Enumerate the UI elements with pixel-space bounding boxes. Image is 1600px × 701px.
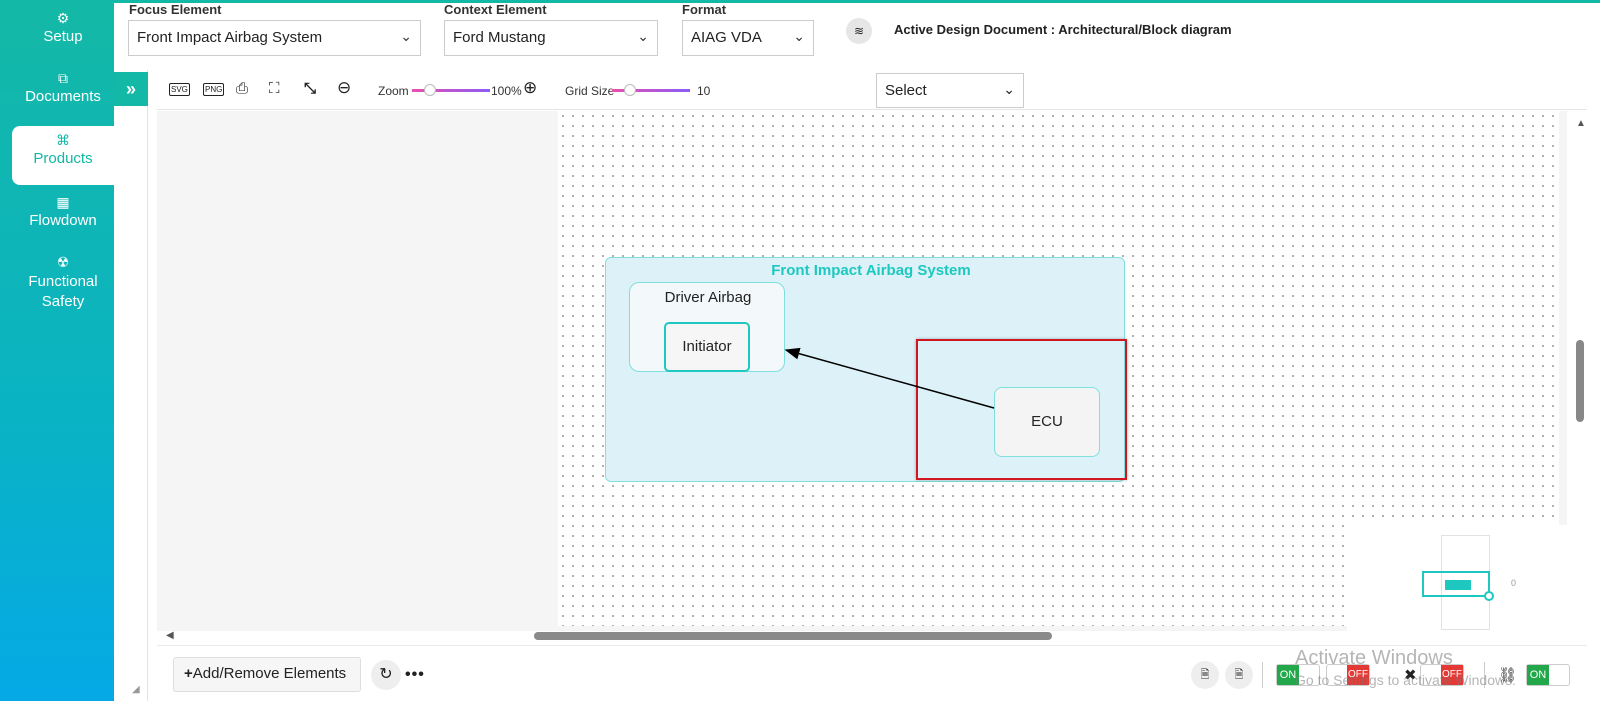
layers-button[interactable]: ≋ <box>846 18 872 44</box>
doc-export-button-2[interactable]: 🗎 <box>1225 661 1253 689</box>
sidebar-item-products[interactable]: ⌘ Products <box>12 126 114 185</box>
ecu-block[interactable]: ECU <box>994 387 1100 457</box>
sidebar-item-label: Products <box>33 150 93 167</box>
diagram-toolbar: SVG PNG ⎙ ⛶ ⤡ ⊖ Zoom 100% ⊕ Grid Size 10… <box>157 70 1587 110</box>
toggle-on-label: ON <box>1527 665 1549 685</box>
sidebar-item-setup[interactable]: ⚙ Setup <box>12 8 114 64</box>
layers-icon: ≋ <box>853 24 865 38</box>
vertical-scrollbar-thumb[interactable] <box>1576 340 1584 422</box>
doc-export-button-1[interactable]: 🗎 <box>1191 661 1219 689</box>
grid-size-value: 10 <box>697 84 711 98</box>
context-element-value: Ford Mustang <box>453 29 546 46</box>
minimap-zero-label: 0 <box>1511 578 1517 588</box>
format-value: AIAG VDA <box>691 29 762 46</box>
chevron-down-icon: ⌄ <box>1003 81 1015 97</box>
sidebar-item-flowdown[interactable]: ▦ Flowdown <box>12 192 114 248</box>
format-select[interactable]: AIAG VDA ⌄ <box>682 20 814 56</box>
fit-to-screen-icon[interactable]: ⤡ <box>304 80 316 97</box>
driver-airbag-title: Driver Airbag <box>664 289 752 306</box>
focus-element-value: Front Impact Airbag System <box>137 29 323 46</box>
zoom-value: 100% <box>491 84 522 98</box>
separator <box>1262 662 1263 688</box>
activate-windows-subtitle: Go to Settings to activate Windows. <box>1295 672 1516 688</box>
grid-size-slider[interactable] <box>612 84 690 96</box>
grid-slider-knob[interactable] <box>624 84 636 96</box>
double-chevron-icon: » <box>125 79 136 99</box>
resize-grip-icon[interactable]: ◢ <box>132 684 140 695</box>
gears-icon: ⚙ <box>56 10 70 26</box>
sidebar-item-label: Functional Safety <box>28 273 98 310</box>
layout-select-value: Select <box>885 82 927 99</box>
more-options-icon[interactable]: ••• <box>405 666 425 684</box>
scroll-left-arrow-icon[interactable]: ◀ <box>166 630 174 641</box>
scroll-up-arrow-icon[interactable]: ▲ <box>1576 118 1586 129</box>
focus-element-select[interactable]: Front Impact Airbag System ⌄ <box>128 20 421 56</box>
plus-icon: + <box>184 665 193 682</box>
zoom-label: Zoom <box>378 84 409 98</box>
add-remove-label: Add/Remove Elements <box>192 665 347 682</box>
sidebar-item-documents[interactable]: ⧉ Documents <box>12 68 114 124</box>
minimap-content <box>1445 580 1471 590</box>
sidebar-item-label: Documents <box>25 88 101 105</box>
product-icon: ⌘ <box>56 132 70 148</box>
export-png-icon[interactable]: PNG <box>203 83 225 96</box>
copy-icon: ⧉ <box>58 70 68 86</box>
sidebar-item-functional-safety[interactable]: ☢ Functional Safety <box>12 252 114 312</box>
expand-panel-button[interactable]: » <box>114 72 148 106</box>
top-accent-line <box>0 0 1600 3</box>
system-block-title: Front Impact Airbag System <box>771 262 971 279</box>
collapse-column <box>114 70 148 701</box>
toggle-switch-4[interactable]: ON <box>1526 664 1570 686</box>
minimap-resize-handle[interactable] <box>1484 591 1494 601</box>
chevron-down-icon: ⌄ <box>400 28 412 44</box>
layout-select[interactable]: Select ⌄ <box>876 73 1024 108</box>
sidebar-item-label: Flowdown <box>29 212 97 229</box>
activate-windows-title: Activate Windows <box>1295 647 1453 669</box>
zoom-slider-knob[interactable] <box>424 84 436 96</box>
context-element-select[interactable]: Ford Mustang ⌄ <box>444 20 658 56</box>
chevron-down-icon: ⌄ <box>637 28 649 44</box>
refresh-button[interactable]: ↻ <box>371 660 401 690</box>
document-icon: 🗎 <box>1234 669 1244 681</box>
focus-element-label: Focus Element <box>129 2 222 17</box>
document-icon: 🗎 <box>1200 669 1210 681</box>
export-svg-icon[interactable]: SVG <box>169 83 190 96</box>
grid-size-label: Grid Size <box>565 84 615 98</box>
context-element-label: Context Element <box>444 2 547 17</box>
refresh-icon: ↻ <box>379 666 393 683</box>
sidebar-item-label: Setup <box>43 28 83 45</box>
format-label: Format <box>682 2 727 17</box>
radiation-icon: ☢ <box>56 254 70 270</box>
print-icon[interactable]: ⎙ <box>236 80 248 97</box>
fullscreen-icon[interactable]: ⛶ <box>269 80 280 97</box>
chevron-down-icon: ⌄ <box>793 28 805 44</box>
active-design-document: Active Design Document : Architectural/B… <box>894 22 1232 37</box>
building-icon: ▦ <box>56 194 70 210</box>
zoom-out-icon[interactable]: ⊖ <box>337 78 351 98</box>
sidebar: ⚙ Setup ⧉ Documents ⌘ Products ▦ Flowdow… <box>0 0 114 701</box>
initiator-block[interactable]: Initiator <box>664 322 750 372</box>
add-remove-elements-button[interactable]: +Add/Remove Elements <box>173 657 361 692</box>
zoom-in-icon[interactable]: ⊕ <box>523 78 537 98</box>
zoom-slider[interactable] <box>412 84 490 96</box>
horizontal-scrollbar-thumb[interactable] <box>534 632 1052 640</box>
